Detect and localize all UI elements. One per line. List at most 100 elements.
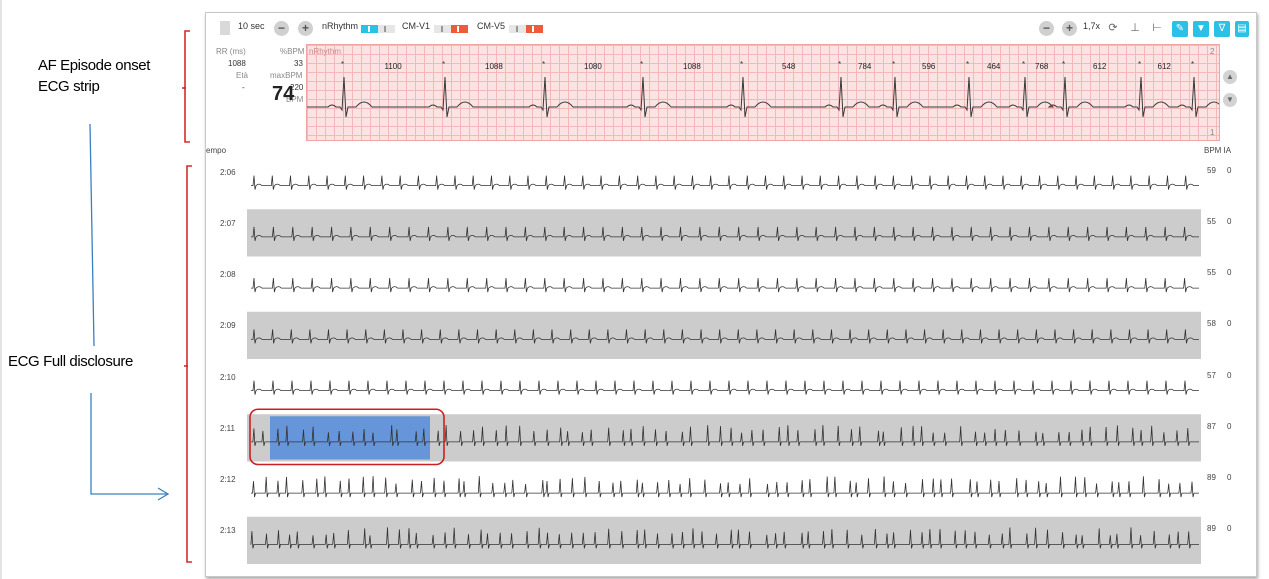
row-ia: 0 <box>1227 473 1232 483</box>
fit-width-icon[interactable]: ⊢ <box>1150 21 1164 35</box>
full-disclosure-plot <box>247 175 1201 564</box>
rr-interval-label: 1080 <box>584 62 602 71</box>
toggle-off-segment <box>434 25 451 33</box>
toggle-off-segment <box>378 25 395 33</box>
tempo-header: empo <box>206 146 227 155</box>
beat-marker: * <box>341 60 344 69</box>
row-shade <box>247 516 1201 564</box>
refresh-icon[interactable]: ⟳ <box>1106 21 1120 35</box>
zoom-out-time-button[interactable]: − <box>274 21 289 36</box>
row-time: 2:12 <box>220 475 236 485</box>
pct-bpm-value: 33 <box>294 59 303 68</box>
row-time: 2:10 <box>220 372 236 382</box>
rr-label: RR (ms) <box>216 47 246 56</box>
rr-interval-label: 612 <box>1093 62 1107 71</box>
marker-icon[interactable]: ▼ <box>1193 21 1209 37</box>
minus-icon: − <box>277 21 285 35</box>
plus-icon: + <box>1065 21 1073 35</box>
zoom-in-time-button[interactable]: + <box>298 21 313 36</box>
zoom-out-amplitude-button[interactable]: − <box>1039 21 1054 36</box>
beat-marker: * <box>838 60 841 69</box>
full-disclosure-panel[interactable] <box>247 156 1201 566</box>
lead1-label: CM-V1 <box>402 21 431 31</box>
toolbar-grip <box>220 21 230 35</box>
row-ia: 0 <box>1227 370 1232 380</box>
rr-interval-label: 1088 <box>485 62 503 71</box>
eta-value: - <box>242 83 245 92</box>
rr-interval-label: 768 <box>1035 62 1049 71</box>
rr-interval-label: 464 <box>987 62 1001 71</box>
row-bpm: 89 <box>1207 524 1216 534</box>
lead2-toggle[interactable] <box>509 25 543 33</box>
beat-marker: * <box>1138 60 1141 69</box>
arrow-head-icon <box>157 487 170 501</box>
toggle-off-mark <box>384 26 386 32</box>
zoom-in-amplitude-button[interactable]: + <box>1062 21 1077 36</box>
holter-viewer-window: 10 sec − + nRhythm CM-V1 CM-V5 − + 1,7x … <box>205 12 1257 577</box>
af-selection[interactable] <box>270 416 430 460</box>
af-strip-bracket <box>184 30 190 143</box>
toggle-off-mark <box>441 26 443 32</box>
row-ia: 0 <box>1227 524 1232 534</box>
row-bpm: 87 <box>1207 421 1216 431</box>
max-bpm-label: maxBPM <box>270 71 303 80</box>
plus-icon: + <box>301 21 309 35</box>
row-bpm: 55 <box>1207 216 1216 226</box>
beat-marker: * <box>892 60 895 69</box>
filter-icon[interactable]: ∇ <box>1214 21 1230 37</box>
bpm-ia-header: BPM IA <box>1204 146 1232 155</box>
toggle-off-segment <box>509 25 526 33</box>
rr-value: 1088 <box>228 59 246 68</box>
toolbar: 10 sec − + nRhythm CM-V1 CM-V5 − + 1,7x … <box>206 13 1256 41</box>
beat-marker: * <box>740 60 743 69</box>
lead1-toggle[interactable] <box>434 25 468 33</box>
row-time: 2:11 <box>220 423 235 433</box>
rr-interval-label: 1100 <box>385 62 403 71</box>
split-icon[interactable]: ⊥ <box>1128 21 1142 35</box>
connector-line <box>89 123 95 347</box>
annotation-af-episode: AF Episode onset ECG strip <box>38 57 151 95</box>
strip-channel-top: 2 <box>1210 47 1215 56</box>
beat-marker: * <box>542 60 545 69</box>
row-shade <box>247 311 1201 359</box>
row-ia: 0 <box>1227 319 1232 329</box>
toggle-on-mark <box>368 26 370 32</box>
row-time: 2:13 <box>220 526 236 536</box>
rr-interval-label: 1088 <box>683 62 701 71</box>
beat-marker: * <box>640 60 643 69</box>
print-icon[interactable]: ▤ <box>1235 21 1249 37</box>
toggle-on-mark <box>457 26 459 32</box>
edit-icon[interactable]: ✎ <box>1172 21 1188 37</box>
ecg-strip-plot: nRhythm 2 1 * 1100 * 1088 * 1080 * 1088 * 548 * 784 * 59… <box>307 47 1219 137</box>
minus-icon: − <box>1042 21 1050 35</box>
ecg-strip[interactable]: nRhythm 2 1 * 1100 * 1088 * 1080 * 1088 * 548 * 784 * 59… <box>306 44 1220 141</box>
arrow-line <box>90 393 168 495</box>
scroll-down-icon[interactable]: ▼ <box>1223 93 1237 107</box>
zoom-level: 1,7x <box>1083 21 1101 31</box>
row-ecg-trace <box>251 476 1199 498</box>
rr-interval-label: 548 <box>782 62 796 71</box>
toggle-on-segment <box>451 25 468 33</box>
row-time: 2:06 <box>220 167 236 177</box>
row-ia: 0 <box>1227 165 1232 175</box>
rr-interval-label: 784 <box>858 62 872 71</box>
row-bpm: 59 <box>1207 165 1216 175</box>
rhythm-toggle[interactable] <box>361 25 395 33</box>
rr-interval-label: 596 <box>922 62 936 71</box>
row-time: 2:07 <box>220 218 236 228</box>
toggle-on-segment <box>526 25 543 33</box>
row-ecg-trace <box>251 380 1199 395</box>
pct-bpm-label: %BPM <box>280 47 305 56</box>
annotation-full-disclosure: ECG Full disclosure <box>8 353 133 370</box>
beat-marker: * <box>1191 60 1194 69</box>
row-ecg-trace <box>251 278 1199 293</box>
rr-interval-label: 612 <box>1158 62 1172 71</box>
row-ia: 0 <box>1227 268 1232 278</box>
row-bpm: 89 <box>1207 473 1216 483</box>
scroll-up-icon[interactable]: ▲ <box>1223 70 1237 84</box>
current-bpm: 74 <box>272 83 295 105</box>
toggle-on-segment <box>361 25 378 33</box>
duration-label[interactable]: 10 sec <box>238 21 265 31</box>
eta-label: Età <box>236 71 249 80</box>
rhythm-label: nRhythm <box>322 21 359 31</box>
